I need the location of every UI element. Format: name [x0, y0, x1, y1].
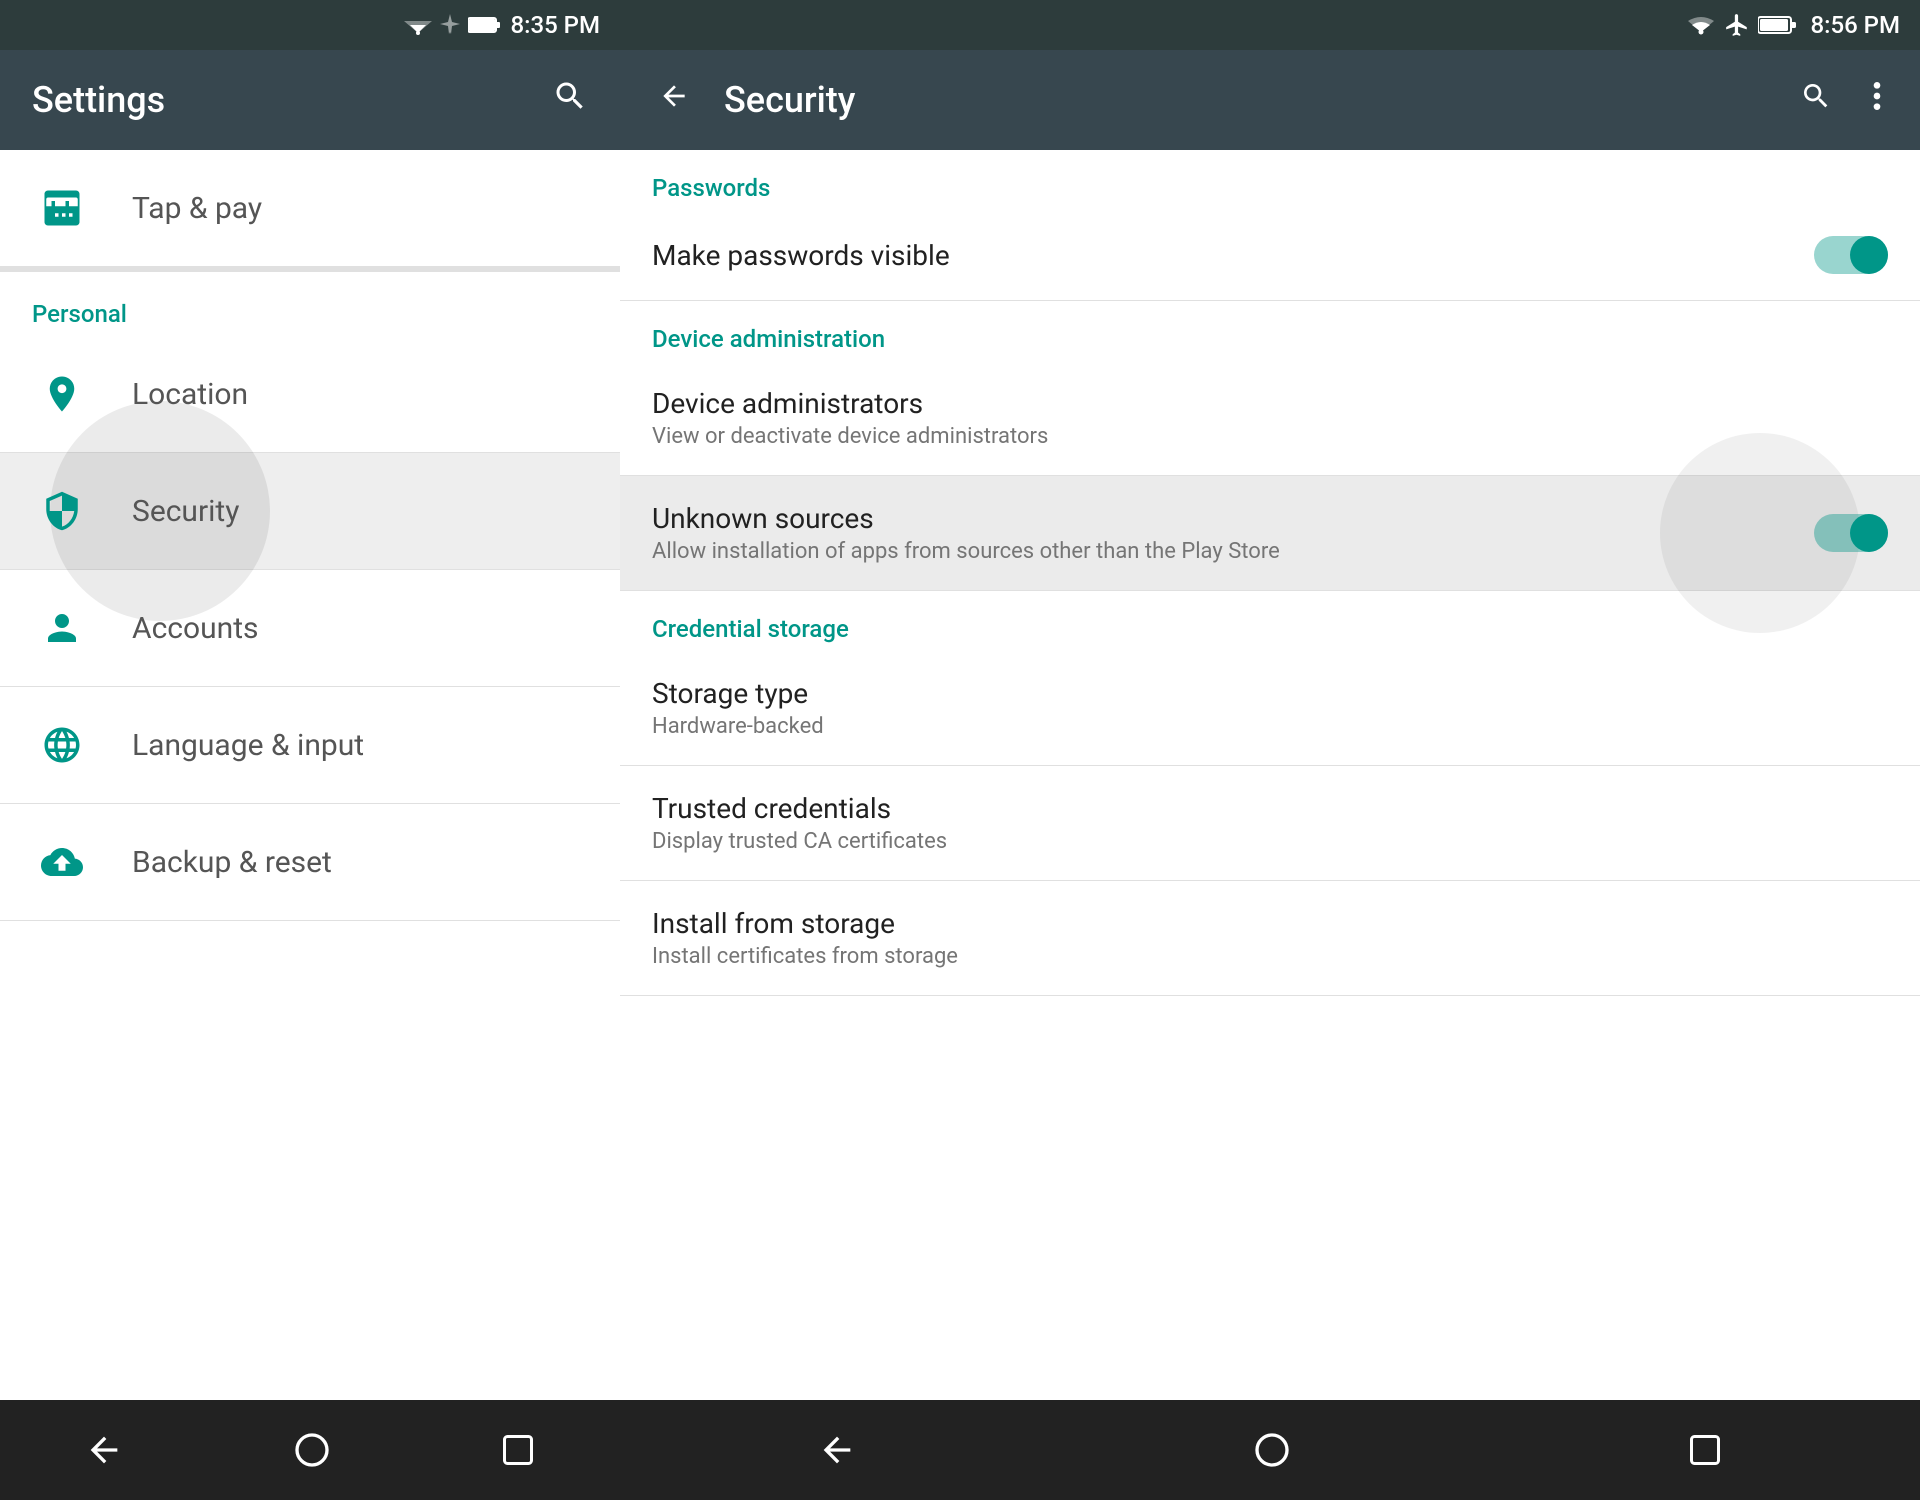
storage-type-item[interactable]: Storage type Hardware-backed	[620, 651, 1920, 765]
unknown-sources-main: Unknown sources	[652, 502, 1280, 535]
tap-pay-text: Tap & pay	[132, 191, 262, 226]
security-content: Passwords Make passwords visible Device …	[620, 150, 1920, 1400]
trusted-credentials-item[interactable]: Trusted credentials Display trusted CA c…	[620, 766, 1920, 880]
wifi-icon-right	[1686, 14, 1716, 36]
back-button-left[interactable]	[68, 1414, 140, 1486]
make-passwords-visible-main: Make passwords visible	[652, 239, 950, 272]
make-passwords-toggle-container	[1814, 236, 1888, 274]
security-icon	[32, 481, 92, 541]
install-from-storage-sub: Install certificates from storage	[652, 944, 958, 969]
battery-icon-right	[1758, 15, 1796, 35]
accounts-label: Accounts	[132, 611, 259, 646]
device-administrators-main: Device administrators	[652, 387, 1048, 420]
storage-type-text: Storage type Hardware-backed	[652, 677, 824, 739]
device-admin-section-label: Device administration	[620, 301, 1920, 361]
right-panel: 8:56 PM Security Passwords Make password…	[620, 0, 1920, 1500]
airplane-icon-right	[1724, 12, 1750, 38]
security-title: Security	[724, 79, 855, 121]
wifi-icon-left	[404, 15, 432, 35]
accounts-text: Accounts	[132, 611, 259, 646]
passwords-section-label: Passwords	[620, 150, 1920, 210]
app-bar-right: Security	[620, 50, 1920, 150]
settings-title: Settings	[32, 79, 165, 121]
settings-item-security[interactable]: Security	[0, 453, 620, 569]
settings-item-backup[interactable]: Backup & reset	[0, 804, 620, 920]
time-right: 8:56 PM	[1810, 11, 1900, 39]
trusted-credentials-main: Trusted credentials	[652, 792, 947, 825]
search-icon-left[interactable]	[552, 78, 588, 123]
security-label: Security	[132, 494, 239, 529]
make-passwords-visible-text: Make passwords visible	[652, 239, 950, 272]
unknown-sources-item[interactable]: Unknown sources Allow installation of ap…	[620, 476, 1920, 590]
install-from-storage-main: Install from storage	[652, 907, 958, 940]
app-bar-left-group: Security	[652, 74, 855, 126]
airplane-icon-left	[440, 14, 460, 36]
settings-item-tap-pay[interactable]: Tap & pay	[0, 150, 620, 266]
settings-list: Tap & pay Personal Location Security	[0, 150, 620, 1400]
unknown-sources-toggle-container	[1814, 514, 1888, 552]
language-icon	[32, 715, 92, 775]
search-icon-right[interactable]	[1794, 74, 1838, 126]
security-text: Security	[132, 494, 239, 529]
device-administrators-text: Device administrators View or deactivate…	[652, 387, 1048, 449]
status-icons-right: 8:56 PM	[1686, 11, 1900, 39]
unknown-sources-thumb	[1850, 514, 1888, 552]
recents-button-left[interactable]	[484, 1416, 552, 1484]
back-icon-right[interactable]	[652, 74, 696, 126]
location-icon	[32, 364, 92, 424]
trusted-credentials-sub: Display trusted CA certificates	[652, 829, 947, 854]
storage-type-sub: Hardware-backed	[652, 714, 824, 739]
left-panel: 8:35 PM Settings Tap & pay Personal	[0, 0, 620, 1500]
storage-type-main: Storage type	[652, 677, 824, 710]
divider-install-storage	[620, 995, 1920, 996]
accounts-icon	[32, 598, 92, 658]
home-button-left[interactable]	[276, 1414, 348, 1486]
status-bar-right: 8:56 PM	[620, 0, 1920, 50]
home-button-right[interactable]	[1236, 1414, 1308, 1486]
tap-pay-icon	[32, 178, 92, 238]
trusted-credentials-text: Trusted credentials Display trusted CA c…	[652, 792, 947, 854]
language-text: Language & input	[132, 728, 364, 763]
status-icons-left	[404, 14, 500, 36]
install-from-storage-text: Install from storage Install certificate…	[652, 907, 958, 969]
device-administrators-sub: View or deactivate device administrators	[652, 424, 1048, 449]
nav-bar-right	[620, 1400, 1920, 1500]
battery-icon-left	[468, 16, 500, 34]
more-options-icon[interactable]	[1866, 74, 1888, 126]
divider-backup	[0, 920, 620, 921]
app-bar-left: Settings	[0, 50, 620, 150]
unknown-sources-toggle[interactable]	[1814, 514, 1888, 552]
personal-header: Personal	[0, 272, 620, 336]
settings-item-accounts[interactable]: Accounts	[0, 570, 620, 686]
nav-bar-left	[0, 1400, 620, 1500]
settings-item-language[interactable]: Language & input	[0, 687, 620, 803]
recents-button-right[interactable]	[1671, 1416, 1739, 1484]
location-text: Location	[132, 377, 248, 412]
language-label: Language & input	[132, 728, 364, 763]
make-passwords-thumb	[1850, 236, 1888, 274]
unknown-sources-text: Unknown sources Allow installation of ap…	[652, 502, 1280, 564]
time-left: 8:35 PM	[510, 11, 600, 39]
status-bar-left: 8:35 PM	[0, 0, 620, 50]
location-label: Location	[132, 377, 248, 412]
back-button-right[interactable]	[801, 1414, 873, 1486]
backup-icon	[32, 832, 92, 892]
tap-pay-label: Tap & pay	[132, 191, 262, 226]
make-passwords-toggle[interactable]	[1814, 236, 1888, 274]
backup-text: Backup & reset	[132, 845, 332, 880]
backup-label: Backup & reset	[132, 845, 332, 880]
make-passwords-visible-item[interactable]: Make passwords visible	[620, 210, 1920, 300]
unknown-sources-sub: Allow installation of apps from sources …	[652, 539, 1280, 564]
install-from-storage-item[interactable]: Install from storage Install certificate…	[620, 881, 1920, 995]
app-bar-actions	[1794, 74, 1888, 126]
